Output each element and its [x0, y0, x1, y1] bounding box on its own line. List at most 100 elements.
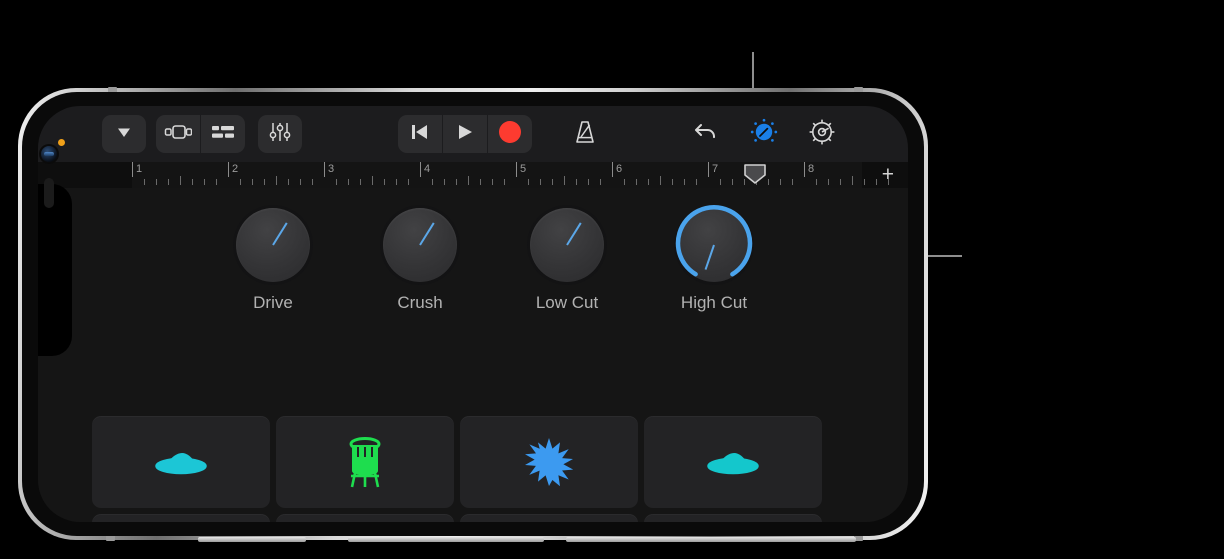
- knob-row: Drive Crush Low Cut High Cut: [234, 205, 753, 313]
- ruler-tick: [336, 179, 337, 185]
- controls-button[interactable]: [741, 115, 787, 153]
- bar-number: 5: [520, 163, 527, 175]
- settings-button[interactable]: [799, 115, 845, 153]
- ruler-tick: [408, 179, 409, 185]
- crush-knob[interactable]: [383, 208, 457, 282]
- conga-icon: [343, 435, 387, 489]
- track-controls-button[interactable]: [258, 115, 302, 153]
- ruler-tick: [204, 179, 205, 185]
- record-enabled-indicator: [58, 139, 65, 146]
- ruler-tick: [192, 179, 193, 185]
- ruler-tick: [264, 179, 265, 185]
- drive-knob[interactable]: [236, 208, 310, 282]
- low-cut-knob[interactable]: [530, 208, 604, 282]
- ruler-tick: [276, 176, 277, 185]
- volume-down-button[interactable]: [198, 537, 306, 542]
- ruler-tick: [180, 176, 181, 185]
- ruler-tick: [504, 179, 505, 185]
- low-cut-knob-label: Low Cut: [535, 293, 599, 312]
- ruler-tick: [396, 179, 397, 185]
- ruler-tick: [240, 179, 241, 185]
- high-cut-knob[interactable]: [675, 205, 753, 282]
- bar-number: 6: [616, 163, 623, 175]
- view-switch-button[interactable]: [156, 115, 200, 153]
- ruler-tick: [456, 179, 457, 185]
- pad-clap[interactable]: [460, 416, 638, 508]
- ruler-tick: [444, 179, 445, 185]
- front-camera-icon: [41, 146, 57, 162]
- ruler-tick: [588, 179, 589, 185]
- playhead-marker[interactable]: [743, 164, 767, 184]
- ruler-tick: [156, 179, 157, 185]
- ruler-tick: [144, 179, 145, 185]
- bar-number: 1: [136, 163, 143, 175]
- ruler-tick: [168, 179, 169, 185]
- volume-up-button[interactable]: [348, 537, 544, 542]
- gear-icon: [808, 118, 836, 151]
- earpiece-speaker: [44, 178, 54, 208]
- pad-maraca[interactable]: [276, 514, 454, 522]
- ruler-tick: [252, 179, 253, 185]
- pad-hihat-1[interactable]: [460, 514, 638, 522]
- ruler-tick: [216, 179, 217, 185]
- drive-knob-label: Drive: [253, 293, 293, 312]
- ruler-tick: [372, 176, 373, 185]
- screen-notch: [38, 184, 72, 356]
- ruler-tick: [648, 179, 649, 185]
- knob-pointer: [419, 222, 435, 246]
- ruler-tick: [768, 179, 769, 185]
- starburst-icon: [525, 438, 573, 486]
- ruler-tick: [636, 179, 637, 185]
- pad-cymbal-1[interactable]: [92, 416, 270, 508]
- undo-button[interactable]: [683, 115, 729, 153]
- my-songs-button[interactable]: [102, 115, 146, 153]
- app-toolbar: [38, 106, 908, 162]
- ruler-tick: [780, 179, 781, 185]
- ruler-tick: [660, 176, 661, 185]
- sliders-icon: [268, 121, 292, 148]
- ruler-tick: [564, 176, 565, 185]
- play-button[interactable]: [443, 115, 487, 153]
- pad-hihat-2[interactable]: [644, 514, 822, 522]
- ruler-tick: [684, 179, 685, 185]
- ruler-tick: [552, 179, 553, 185]
- pad-drum-green[interactable]: [276, 416, 454, 508]
- add-section-button[interactable]: +: [882, 164, 894, 185]
- ruler-tick: [540, 179, 541, 185]
- pad-gong[interactable]: [92, 514, 270, 522]
- ruler-tick: [672, 179, 673, 185]
- tracks-view-button[interactable]: [201, 115, 245, 153]
- ruler-tick: [816, 179, 817, 185]
- bar-number: 2: [232, 163, 239, 175]
- device-bezel: 1 2 3 4 5 6 7 8 + Drive Crush Low Cut High Cut: [22, 92, 924, 536]
- ruler-tick: [624, 179, 625, 185]
- drive-knob-cell: Drive: [234, 208, 312, 313]
- record-button[interactable]: [488, 115, 532, 153]
- metronome-icon: [572, 119, 598, 150]
- ruler-tick: [828, 179, 829, 185]
- ruler-tick: [300, 179, 301, 185]
- ruler-tick: [492, 179, 493, 185]
- record-icon: [498, 120, 522, 149]
- ruler-tick: [384, 179, 385, 185]
- power-button[interactable]: [566, 537, 856, 542]
- metronome-button[interactable]: [562, 115, 608, 153]
- rewind-icon: [409, 122, 431, 147]
- pad-cymbal-2[interactable]: [644, 416, 822, 508]
- undo-icon: [693, 120, 719, 149]
- crush-knob-cell: Crush: [381, 208, 459, 313]
- knob-icon: [749, 117, 779, 152]
- bar-number: 4: [424, 163, 431, 175]
- rewind-button[interactable]: [398, 115, 442, 153]
- bar-number: 7: [712, 163, 719, 175]
- ruler-tick: [468, 176, 469, 185]
- device-screen: 1 2 3 4 5 6 7 8 + Drive Crush Low Cut High Cut: [38, 106, 908, 522]
- ruler-tick: [720, 179, 721, 185]
- high-cut-knob-cell: High Cut: [675, 205, 753, 313]
- cymbal-icon: [154, 445, 208, 479]
- screenshot-stage: 1 2 3 4 5 6 7 8 + Drive Crush Low Cut High Cut: [0, 0, 1224, 559]
- ruler-tick: [348, 179, 349, 185]
- ruler-tick: [876, 179, 877, 185]
- timeline-ruler[interactable]: 1 2 3 4 5 6 7 8 +: [38, 162, 908, 188]
- pad-grid: [92, 416, 822, 522]
